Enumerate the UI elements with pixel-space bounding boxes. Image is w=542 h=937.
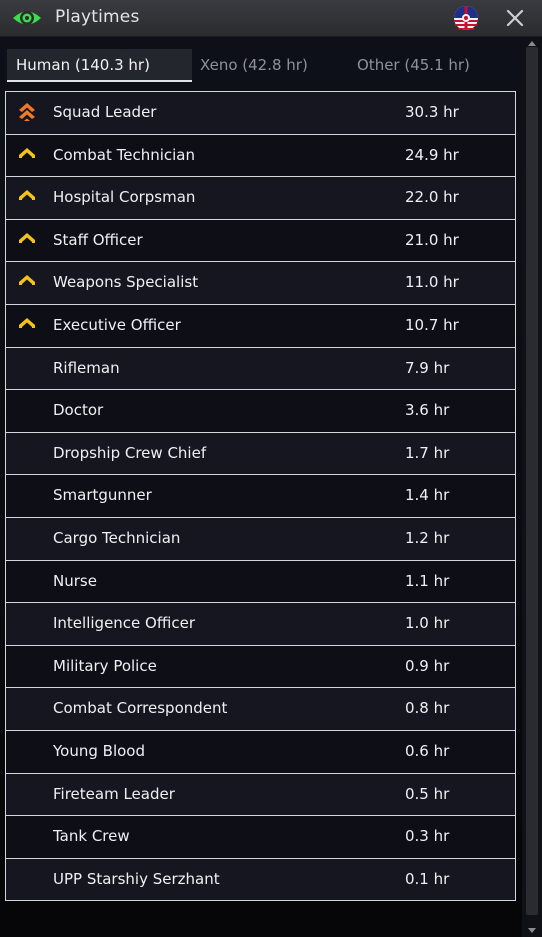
table-row: Staff Officer 21.0 hr <box>5 219 516 263</box>
job-hours: 0.9 hr <box>405 656 450 675</box>
tab-human[interactable]: Human (140.3 hr) <box>7 49 192 82</box>
job-name: Doctor <box>53 401 104 420</box>
job-name: Rifleman <box>53 358 120 377</box>
table-row: Intelligence Officer 1.0 hr <box>5 603 516 646</box>
table-row: Squad Leader 30.3 hr <box>5 92 516 135</box>
scroll-down-arrow-icon[interactable] <box>527 927 537 935</box>
job-name: Dropship Crew Chief <box>53 443 207 462</box>
table-row: Hospital Corpsman 22.0 hr <box>5 177 516 220</box>
job-name: Weapons Specialist <box>53 273 199 292</box>
job-name: Smartgunner <box>53 486 152 505</box>
uscm-flag-icon[interactable] <box>453 5 479 31</box>
job-hours: 1.2 hr <box>405 528 450 547</box>
scroll-up-arrow-icon[interactable] <box>527 39 537 47</box>
tab-xeno[interactable]: Xeno (42.8 hr) <box>192 49 350 82</box>
job-hours: 30.3 hr <box>405 103 459 121</box>
job-hours: 0.1 hr <box>405 869 450 888</box>
table-row: UPP Starshiy Serzhant 0.1 hr <box>5 858 516 902</box>
table-row: Nurse 1.1 hr <box>5 560 516 604</box>
scroll-thumb[interactable] <box>526 47 538 915</box>
job-hours: 21.0 hr <box>405 230 459 249</box>
close-icon[interactable] <box>503 6 527 30</box>
job-hours: 1.1 hr <box>405 571 450 590</box>
chevron-rank-icon <box>19 275 35 286</box>
job-name: Combat Technician <box>53 145 196 164</box>
table-row: Rifleman 7.9 hr <box>5 347 516 391</box>
title-bar[interactable]: Playtimes <box>0 0 542 37</box>
job-name: Hospital Corpsman <box>53 188 196 207</box>
table-row: Young Blood 0.6 hr <box>5 730 516 774</box>
chevron-rank-icon <box>19 190 35 201</box>
job-hours: 1.7 hr <box>405 443 450 462</box>
job-hours: 0.8 hr <box>405 699 450 718</box>
job-name: Executive Officer <box>53 315 181 334</box>
table-row: Cargo Technician 1.2 hr <box>5 517 516 561</box>
job-name: Combat Correspondent <box>53 699 228 718</box>
chevron-rank-icon <box>19 317 35 328</box>
table-row: Weapons Specialist 11.0 hr <box>5 262 516 305</box>
job-hours: 7.9 hr <box>405 358 450 377</box>
table-row: Combat Technician 24.9 hr <box>5 134 516 178</box>
tab-other[interactable]: Other (45.1 hr) <box>350 49 517 82</box>
job-hours: 1.4 hr <box>405 486 450 505</box>
table-row: Doctor 3.6 hr <box>5 390 516 433</box>
job-name: Nurse <box>53 571 97 590</box>
job-hours: 10.7 hr <box>405 315 459 334</box>
job-hours: 0.6 hr <box>405 741 450 760</box>
tab-bar: Human (140.3 hr) Xeno (42.8 hr) Other (4… <box>7 49 517 82</box>
playtime-table: Squad Leader 30.3 hr Combat Technician 2… <box>5 91 516 902</box>
job-name: Staff Officer <box>53 230 143 249</box>
job-hours: 1.0 hr <box>405 614 450 633</box>
job-hours: 3.6 hr <box>405 401 450 420</box>
job-hours: 0.5 hr <box>405 784 450 803</box>
job-name: Cargo Technician <box>53 528 181 547</box>
table-row: Smartgunner 1.4 hr <box>5 475 516 518</box>
job-name: Fireteam Leader <box>53 784 175 803</box>
double-chevron-rank-icon <box>19 103 35 121</box>
scrollbar[interactable] <box>522 39 542 937</box>
job-name: Squad Leader <box>53 103 157 121</box>
job-hours: 0.3 hr <box>405 827 450 846</box>
job-hours: 11.0 hr <box>405 273 459 292</box>
playtimes-window: Playtimes Human (140.3 hr) Xeno (42.8 hr… <box>0 0 542 937</box>
job-hours: 22.0 hr <box>405 188 459 207</box>
job-name: Young Blood <box>53 741 145 760</box>
job-name: Tank Crew <box>53 827 130 846</box>
job-name: Intelligence Officer <box>53 614 195 633</box>
table-row: Dropship Crew Chief 1.7 hr <box>5 432 516 476</box>
window-title: Playtimes <box>55 7 140 27</box>
table-row: Combat Correspondent 0.8 hr <box>5 688 516 731</box>
job-name: Military Police <box>53 656 157 675</box>
table-row: Military Police 0.9 hr <box>5 645 516 689</box>
job-hours: 24.9 hr <box>405 145 459 164</box>
table-row: Executive Officer 10.7 hr <box>5 304 516 348</box>
table-row: Tank Crew 0.3 hr <box>5 816 516 859</box>
job-name: UPP Starshiy Serzhant <box>53 869 220 888</box>
chevron-rank-icon <box>19 232 35 243</box>
table-row: Fireteam Leader 0.5 hr <box>5 773 516 817</box>
eye-icon <box>13 11 41 25</box>
chevron-rank-icon <box>19 147 35 158</box>
